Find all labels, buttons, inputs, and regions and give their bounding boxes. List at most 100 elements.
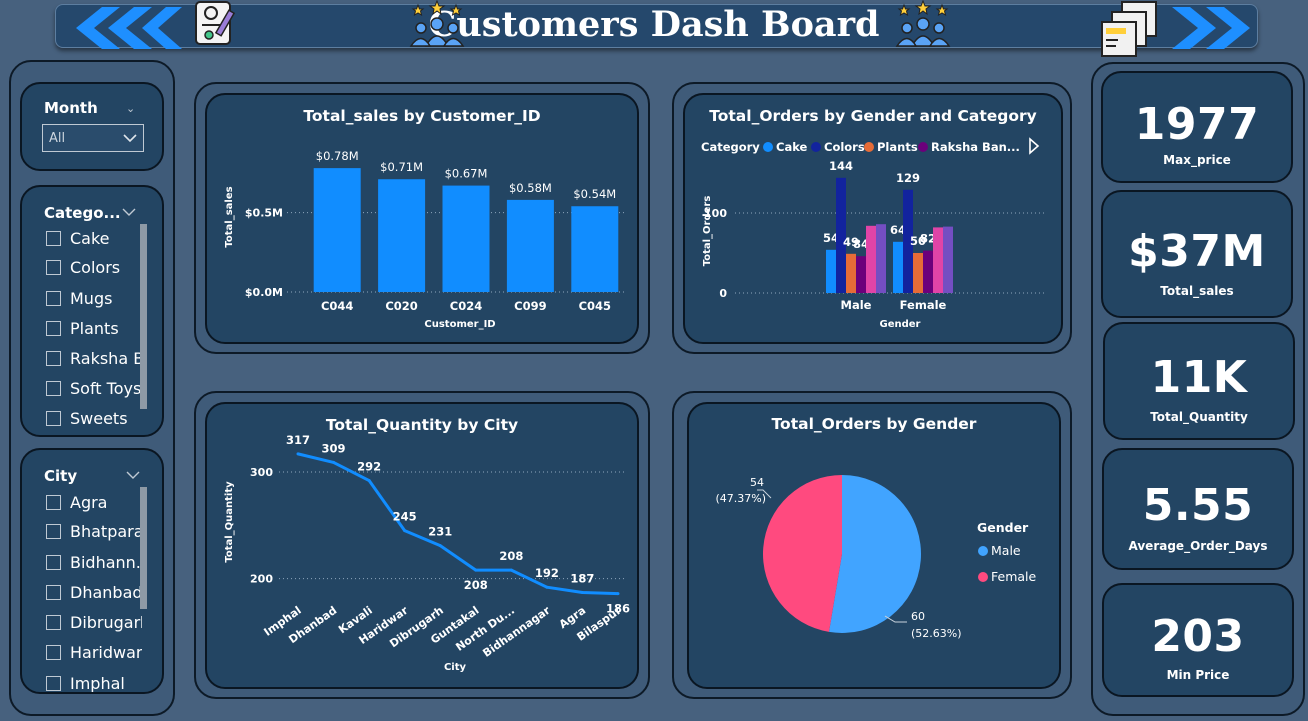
list-item[interactable]: Soft Toys [46,379,144,398]
checkbox[interactable] [46,585,61,600]
eraser-icon[interactable]: ⌄ [126,102,135,115]
checkbox[interactable] [46,676,61,691]
kpi-value: 1977 [1134,99,1260,150]
data-point [474,568,478,572]
data-label: 208 [499,549,523,563]
chevron-down-icon[interactable] [122,207,136,217]
checkbox[interactable] [46,524,61,539]
legend-item: Female [991,569,1037,584]
checkbox[interactable] [46,411,61,426]
data-label: 309 [322,441,346,455]
data-point [438,544,442,548]
kpi-label: Min Price [1166,668,1230,682]
list-item[interactable]: Plants [46,319,144,338]
checkbox[interactable] [46,615,61,630]
bar [442,185,490,292]
data-label: 292 [357,460,381,474]
back-chevron-icon[interactable] [72,5,182,51]
data-label: 208 [464,578,488,592]
checkbox[interactable] [46,645,61,660]
data-point [332,460,336,464]
bar [923,250,933,293]
x-tick-label: C020 [385,299,417,313]
checkbox[interactable] [46,291,61,306]
data-point [616,592,620,596]
bar [826,249,836,293]
data-point [509,568,513,572]
x-tick-label: Female [900,298,947,312]
month-dropdown[interactable]: All [42,124,144,152]
legend-swatch [978,546,988,556]
data-label: 144 [829,159,853,173]
list-item[interactable]: Bhatpara [46,522,142,541]
list-item[interactable]: Colors [46,258,144,277]
list-item[interactable]: Dibrugarh [46,613,142,632]
city-slicer: City Agra Bhatpara Bidhann... Dhanbad Di… [20,448,164,694]
data-label: $0.58M [509,181,552,195]
kpi-card-total-sales: $37M Total_sales [1101,190,1293,318]
sales-by-customer-card: Total_sales by Customer_ID $0.0M $0.5M $0.… [205,93,639,344]
list-item[interactable]: Haridwar [46,643,142,662]
quantity-by-city-chart: 200300317Imphal309Dhanbad292Kavali245Har… [224,433,630,673]
quantity-by-city-card: Total_Quantity by City 200 300 317 Imphal 30… [205,402,639,689]
category-slicer: Catego... Cake Colors Mugs Plants Raksha… [20,185,164,437]
legend-swatch [763,142,773,152]
checkbox[interactable] [46,495,61,510]
list-item[interactable]: Sweets [46,409,144,428]
data-point [296,452,300,456]
bar [571,206,619,292]
tick-label: $0.5M [245,207,283,220]
bar [866,225,876,293]
kpi-value: 5.55 [1142,480,1254,531]
checkbox[interactable] [46,555,61,570]
checkbox[interactable] [46,260,61,275]
data-label: 129 [896,171,920,185]
x-tick-label: Male [841,298,872,312]
orders-by-gender-chart: 60 (52.63%) 54 (47.37%) Gender Male Female [715,475,1037,640]
scrollbar[interactable] [140,224,147,409]
legend-item: Plants [877,140,918,154]
list-item[interactable]: Dhanbad [46,583,142,602]
list-item[interactable]: Bidhann... [46,553,142,572]
bar [913,253,923,293]
kpi-label: Average_Order_Days [1128,539,1268,553]
data-point [367,479,371,483]
legend-title: Category [701,140,760,154]
kpi-card-avg-order-days: 5.55 Average_Order_Days [1102,448,1294,570]
y-axis-label: Total_Orders [702,196,713,267]
data-label: 187 [570,572,594,586]
y-axis-label: Total_sales [224,186,235,247]
kpi-label: Total_sales [1160,284,1234,298]
checkbox[interactable] [46,381,61,396]
forward-chevron-icon[interactable] [1170,5,1260,51]
bar [893,241,903,293]
data-point [403,529,407,533]
checkbox[interactable] [46,351,61,366]
list-item[interactable]: Mugs [46,289,144,308]
checkbox[interactable] [46,231,61,246]
data-label: (47.37%) [715,492,766,505]
kpi-label: Max_price [1163,153,1231,167]
legend-item: Colors [824,140,865,154]
chevron-right-icon [1029,137,1040,155]
legend-item: Raksha Ban... [931,140,1020,154]
pages-icon [1101,1,1157,57]
list-item[interactable]: Raksha B... [46,349,144,368]
bar [846,253,856,293]
checkbox[interactable] [46,321,61,336]
scrollbar[interactable] [140,487,147,609]
month-slicer-title: Month [44,99,98,117]
list-item[interactable]: Agra [46,493,142,512]
data-point [545,585,549,589]
list-item[interactable]: Cake [46,229,144,248]
kpi-value: 11K [1150,352,1248,403]
legend-item: Cake [776,140,808,154]
kpi-value: $37M [1128,226,1266,277]
list-item[interactable]: Imphal [46,674,142,692]
bar [876,224,886,293]
team-icon [895,0,951,47]
chevron-down-icon[interactable] [126,470,140,480]
kpi-value: 203 [1151,611,1245,662]
document-icon [195,1,236,45]
bar [856,256,866,293]
